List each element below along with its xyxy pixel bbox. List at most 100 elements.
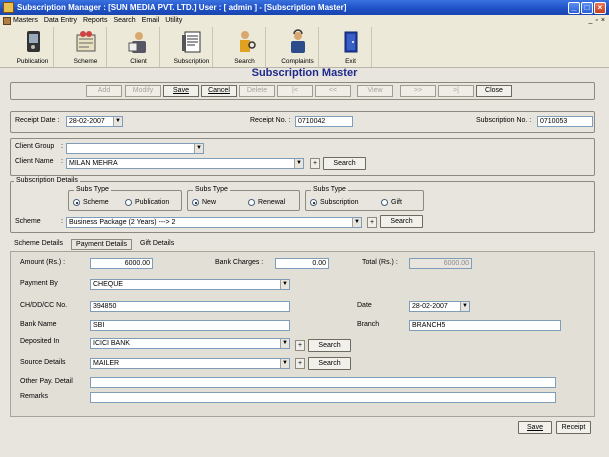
deposited-in-value: ICICI BANK bbox=[93, 340, 130, 347]
tab-scheme-details[interactable]: Scheme Details bbox=[10, 239, 67, 250]
last-record-button[interactable]: >| bbox=[438, 85, 474, 97]
subs-type-title: Subs Type bbox=[311, 186, 348, 193]
payment-by-select[interactable]: CHEQUE ▼ bbox=[90, 279, 290, 290]
toolbar-subscription-button[interactable]: Subscription bbox=[171, 27, 213, 67]
modify-button[interactable]: Modify bbox=[125, 85, 161, 97]
close-button[interactable]: Close bbox=[476, 85, 512, 97]
radio-renewal[interactable]: Renewal bbox=[248, 199, 285, 206]
branch-field[interactable]: BRANCH5 bbox=[409, 320, 561, 331]
chevron-down-icon[interactable]: ▼ bbox=[294, 159, 303, 168]
branch-label: Branch bbox=[357, 321, 380, 328]
colon-sep: : bbox=[61, 143, 63, 150]
toolbar-scheme-button[interactable]: Scheme bbox=[65, 27, 107, 67]
mdi-minimize-button[interactable]: _ bbox=[589, 17, 593, 24]
radio-publication[interactable]: Publication bbox=[125, 199, 169, 206]
toolbar-exit-button[interactable]: Exit bbox=[330, 27, 372, 67]
chevron-down-icon[interactable]: ▼ bbox=[194, 144, 203, 153]
maximize-button[interactable]: □ bbox=[581, 1, 593, 14]
radio-dot bbox=[381, 199, 388, 206]
toolbar-complaints-button[interactable]: Complaints bbox=[277, 27, 319, 67]
tab-payment-details[interactable]: Payment Details bbox=[71, 239, 132, 250]
client-group-select[interactable]: ▼ bbox=[66, 143, 204, 154]
client-name-label: Client Name bbox=[15, 158, 54, 165]
menu-masters[interactable]: Masters bbox=[13, 17, 38, 24]
subscription-no-field[interactable]: 0710053 bbox=[537, 116, 593, 127]
chq-no-field[interactable]: 394850 bbox=[90, 301, 290, 312]
publication-icon bbox=[26, 31, 40, 52]
subs-type-title: Subs Type bbox=[193, 186, 230, 193]
add-button[interactable]: Add bbox=[86, 85, 122, 97]
save-button[interactable]: Save bbox=[518, 421, 552, 434]
bank-charges-field[interactable]: 0.00 bbox=[275, 258, 329, 269]
bank-name-field[interactable]: SBI bbox=[90, 320, 290, 331]
source-details-value: MAILER bbox=[93, 360, 120, 367]
deposited-in-select[interactable]: ICICI BANK ▼ bbox=[90, 338, 290, 349]
add-deposit-bank-button[interactable]: + bbox=[295, 340, 305, 351]
chq-no-label: CH/DD/CC No. bbox=[20, 302, 68, 309]
menu-utility[interactable]: Utility bbox=[165, 17, 182, 24]
cancel-button[interactable]: Cancel bbox=[201, 85, 237, 97]
toolbar-publication-button[interactable]: Publication bbox=[12, 27, 54, 67]
chevron-down-icon[interactable]: ▼ bbox=[280, 359, 289, 368]
other-pay-detail-field[interactable] bbox=[90, 377, 556, 388]
menu-bar: Masters Data Entry Reports Search Email … bbox=[0, 15, 609, 26]
radio-subscription[interactable]: Subscription bbox=[310, 199, 359, 206]
mdi-close-button[interactable]: × bbox=[601, 17, 605, 24]
scheme-select[interactable]: Business Package (2 Years) ---> 2 ▼ bbox=[66, 217, 362, 228]
save-label: Save bbox=[527, 424, 543, 431]
colon-sep: : bbox=[61, 218, 63, 225]
client-search-button[interactable]: Search bbox=[323, 157, 366, 170]
prev-record-button[interactable]: << bbox=[315, 85, 351, 97]
bank-name-label: Bank Name bbox=[20, 321, 57, 328]
source-details-select[interactable]: MAILER ▼ bbox=[90, 358, 290, 369]
client-group-label: Client Group bbox=[15, 143, 55, 150]
document-icon[interactable] bbox=[3, 16, 11, 25]
add-client-button[interactable]: + bbox=[310, 158, 320, 169]
menu-search[interactable]: Search bbox=[114, 17, 136, 24]
source-search-button[interactable]: Search bbox=[308, 357, 351, 370]
search-icon bbox=[239, 31, 256, 52]
next-record-button[interactable]: >> bbox=[400, 85, 436, 97]
payment-date-picker[interactable]: 28-02-2007 ▼ bbox=[409, 301, 470, 312]
radio-scheme[interactable]: Scheme bbox=[73, 199, 109, 206]
minimize-button[interactable]: _ bbox=[568, 1, 580, 14]
radio-scheme-label: Scheme bbox=[83, 199, 109, 206]
radio-renewal-label: Renewal bbox=[258, 199, 286, 206]
chevron-down-icon[interactable]: ▼ bbox=[352, 218, 361, 227]
deposited-search-button[interactable]: Search bbox=[308, 339, 351, 352]
toolbar-client-button[interactable]: Client bbox=[118, 27, 160, 67]
menu-reports[interactable]: Reports bbox=[83, 17, 108, 24]
close-window-button[interactable]: × bbox=[594, 1, 606, 14]
add-scheme-button[interactable]: + bbox=[367, 217, 377, 228]
remarks-field[interactable] bbox=[90, 392, 556, 403]
radio-dot bbox=[73, 199, 80, 206]
chevron-down-icon[interactable]: ▼ bbox=[280, 280, 289, 289]
receipt-button[interactable]: Receipt bbox=[556, 421, 591, 434]
toolbar-search-button[interactable]: Search bbox=[224, 27, 266, 67]
receipt-date-picker[interactable]: 28-02-2007 ▼ bbox=[66, 116, 123, 127]
receipt-no-field[interactable]: 0710042 bbox=[295, 116, 353, 127]
radio-gift[interactable]: Gift bbox=[381, 199, 402, 206]
save-nav-button[interactable]: Save bbox=[163, 85, 199, 97]
radio-new[interactable]: New bbox=[192, 199, 216, 206]
chevron-down-icon[interactable]: ▼ bbox=[280, 339, 289, 348]
tab-gift-details[interactable]: Gift Details bbox=[136, 239, 178, 250]
chevron-down-icon[interactable]: ▼ bbox=[460, 302, 469, 311]
scheme-search-button[interactable]: Search bbox=[380, 215, 423, 228]
add-source-button[interactable]: + bbox=[295, 358, 305, 369]
total-field: 6000.00 bbox=[409, 258, 472, 269]
radio-subscription-label: Subscription bbox=[320, 199, 359, 206]
chevron-down-icon[interactable]: ▼ bbox=[113, 117, 122, 126]
client-name-select[interactable]: MILAN MEHRA ▼ bbox=[66, 158, 304, 169]
mdi-restore-button[interactable]: ▫ bbox=[595, 17, 597, 24]
subscription-details-title: Subscription Details bbox=[14, 177, 80, 184]
radio-new-label: New bbox=[202, 199, 217, 206]
view-button[interactable]: View bbox=[357, 85, 393, 97]
payment-by-label: Payment By bbox=[20, 280, 58, 287]
window-title: Subscription Manager : [SUN MEDIA PVT. L… bbox=[17, 3, 347, 12]
delete-button[interactable]: Delete bbox=[239, 85, 275, 97]
menu-data-entry[interactable]: Data Entry bbox=[44, 17, 77, 24]
first-record-button[interactable]: |< bbox=[277, 85, 313, 97]
amount-field[interactable]: 6000.00 bbox=[90, 258, 153, 269]
menu-email[interactable]: Email bbox=[142, 17, 160, 24]
